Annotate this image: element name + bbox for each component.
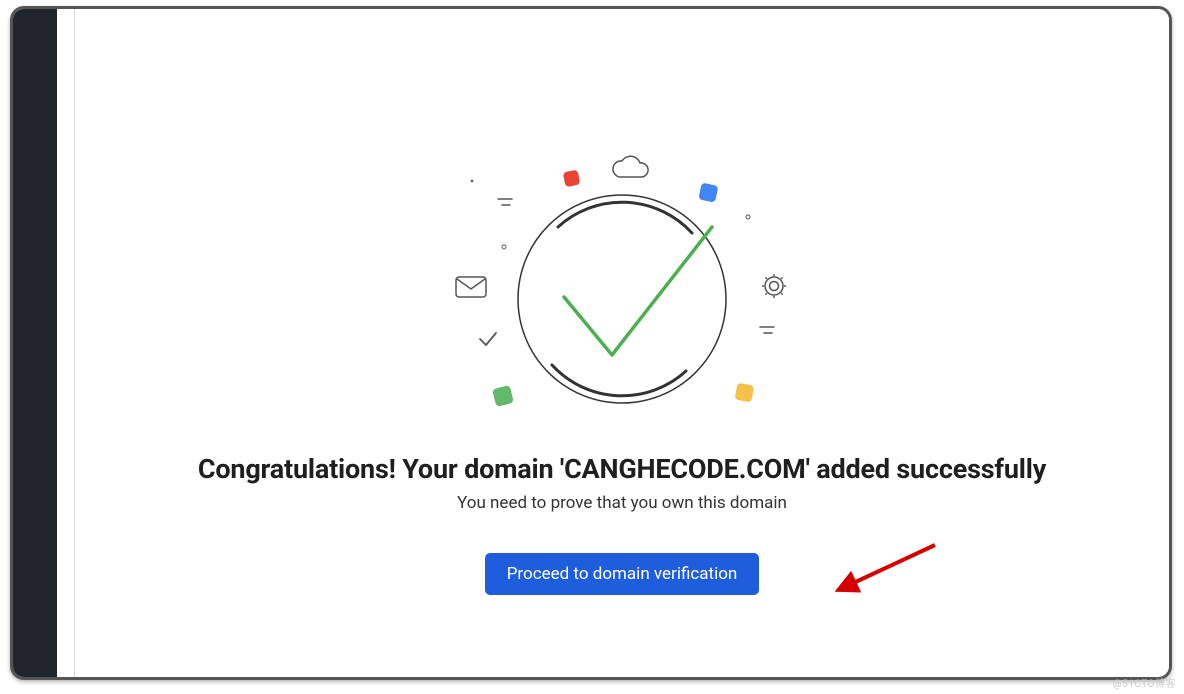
proceed-button[interactable]: Proceed to domain verification [485, 553, 760, 595]
app-frame: Congratulations! Your domain 'CANGHECODE… [10, 6, 1172, 680]
main-content: Congratulations! Your domain 'CANGHECODE… [75, 9, 1169, 677]
illustration-svg [442, 139, 802, 439]
heading-prefix: Congratulations! Your domain ' [198, 453, 564, 485]
heading-suffix: ' added successfully [806, 453, 1047, 485]
success-heading: Congratulations! Your domain 'CANGHECODE… [75, 453, 1169, 485]
left-sidebar [13, 9, 57, 677]
success-illustration [442, 139, 802, 439]
annotation-arrow [835, 539, 945, 599]
blue-square-icon [698, 183, 718, 203]
green-square-icon [492, 385, 514, 407]
yellow-square-icon [735, 383, 755, 403]
heading-domain: CANGHECODE.COM [564, 453, 805, 485]
big-check-icon [564, 227, 712, 355]
red-square-icon [563, 169, 581, 187]
small-check-icon [480, 333, 496, 345]
cloud-icon [613, 156, 648, 177]
gear-icon [762, 274, 786, 298]
mail-icon [456, 277, 486, 297]
success-subtext: You need to prove that you own this doma… [75, 493, 1169, 513]
watermark: @51CTO博客 [1113, 675, 1176, 690]
